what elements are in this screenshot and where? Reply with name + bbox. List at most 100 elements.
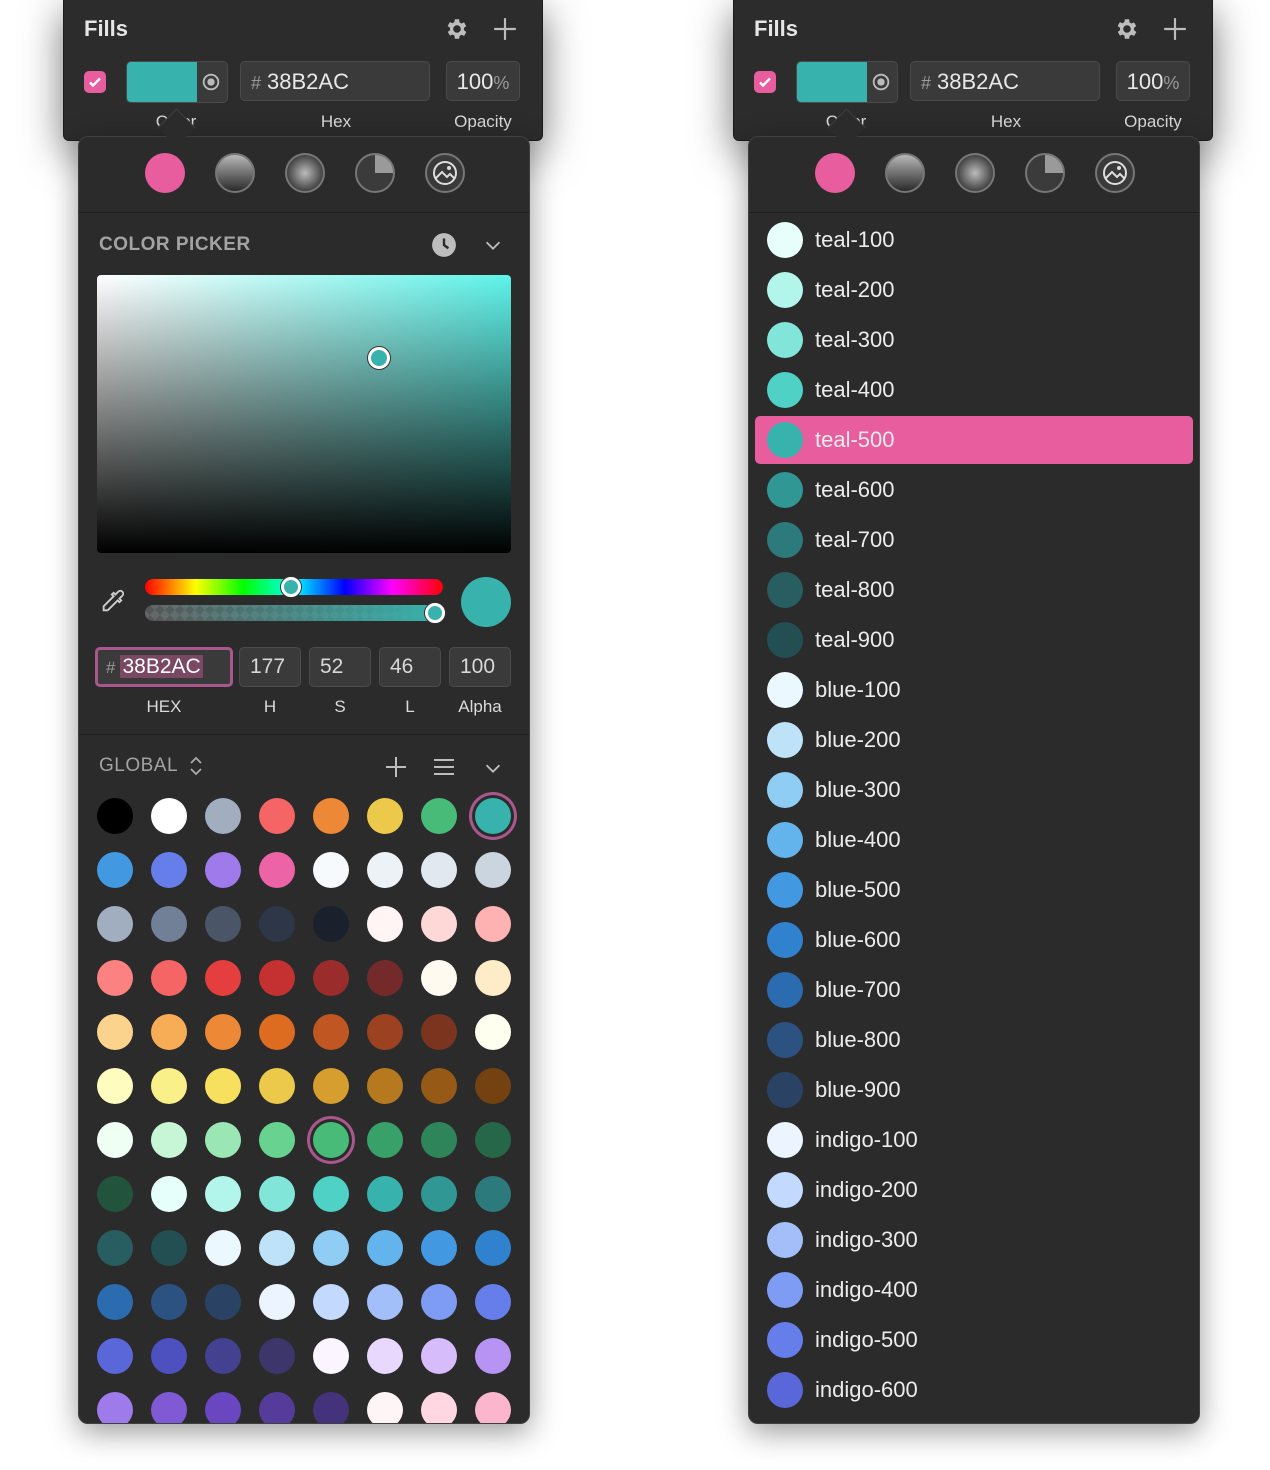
color-swatch[interactable] (151, 1068, 187, 1104)
color-swatch[interactable] (367, 1230, 403, 1266)
alpha-input[interactable]: 100 (449, 647, 511, 687)
radial-gradient-button[interactable] (955, 153, 995, 193)
color-swatch[interactable] (313, 1284, 349, 1320)
gear-icon[interactable] (1114, 16, 1140, 42)
chevron-down-icon[interactable] (481, 757, 505, 779)
color-swatch[interactable] (313, 852, 349, 888)
color-swatch[interactable] (367, 906, 403, 942)
color-swatch[interactable] (475, 1176, 511, 1212)
image-fill-button[interactable] (1095, 153, 1135, 193)
color-swatch[interactable] (205, 1122, 241, 1158)
color-swatch[interactable] (421, 1014, 457, 1050)
color-swatch[interactable] (475, 798, 511, 834)
angular-gradient-button[interactable] (355, 153, 395, 193)
fill-color-well[interactable] (796, 61, 898, 103)
color-list-item[interactable]: indigo-200 (755, 1166, 1193, 1214)
color-swatch[interactable] (313, 1176, 349, 1212)
color-swatch[interactable] (205, 960, 241, 996)
color-swatch[interactable] (367, 1338, 403, 1374)
color-swatch[interactable] (259, 1014, 295, 1050)
color-swatch[interactable] (475, 1284, 511, 1320)
solid-fill-button[interactable] (145, 153, 185, 193)
color-swatch[interactable] (313, 1338, 349, 1374)
color-swatch[interactable] (259, 1122, 295, 1158)
color-swatch[interactable] (313, 798, 349, 834)
color-swatch[interactable] (151, 1176, 187, 1212)
color-list-item[interactable]: teal-200 (755, 266, 1193, 314)
radial-gradient-button[interactable] (285, 153, 325, 193)
color-swatch[interactable] (151, 852, 187, 888)
fill-opacity-input[interactable]: 100% (446, 61, 520, 101)
color-swatch[interactable] (475, 1014, 511, 1050)
color-list-item[interactable]: teal-300 (755, 316, 1193, 364)
color-swatch[interactable] (97, 1176, 133, 1212)
color-swatch[interactable] (421, 1122, 457, 1158)
color-swatch[interactable] (151, 1284, 187, 1320)
color-list-item[interactable]: teal-600 (755, 466, 1193, 514)
fill-hex-input[interactable]: #38B2AC (240, 61, 430, 101)
color-swatch[interactable] (421, 1338, 457, 1374)
color-swatch[interactable] (313, 906, 349, 942)
color-list-item[interactable]: indigo-300 (755, 1216, 1193, 1264)
color-swatch[interactable] (259, 906, 295, 942)
color-swatch[interactable] (151, 960, 187, 996)
color-swatch[interactable] (259, 1230, 295, 1266)
color-swatch[interactable] (367, 960, 403, 996)
color-swatch[interactable] (97, 906, 133, 942)
color-swatch[interactable] (475, 852, 511, 888)
color-list-item[interactable]: teal-900 (755, 616, 1193, 664)
color-swatch[interactable] (151, 1122, 187, 1158)
solid-fill-button[interactable] (815, 153, 855, 193)
color-swatch[interactable] (475, 1122, 511, 1158)
color-swatch[interactable] (421, 1392, 457, 1423)
color-swatch[interactable] (421, 906, 457, 942)
color-swatch[interactable] (475, 1230, 511, 1266)
color-swatch[interactable] (205, 1284, 241, 1320)
list-view-icon[interactable] (431, 755, 457, 779)
color-swatch[interactable] (367, 1392, 403, 1423)
color-swatch[interactable] (313, 1230, 349, 1266)
color-swatch[interactable] (421, 1284, 457, 1320)
color-list-item[interactable]: blue-700 (755, 966, 1193, 1014)
color-swatch[interactable] (205, 1338, 241, 1374)
color-swatch[interactable] (313, 960, 349, 996)
color-list-item[interactable]: blue-200 (755, 716, 1193, 764)
color-swatch[interactable] (421, 960, 457, 996)
history-icon[interactable] (431, 232, 457, 258)
color-swatch[interactable] (421, 852, 457, 888)
color-list-item[interactable]: blue-600 (755, 916, 1193, 964)
color-swatch[interactable] (259, 960, 295, 996)
color-swatch[interactable] (259, 852, 295, 888)
color-swatch[interactable] (313, 1068, 349, 1104)
fill-hex-input[interactable]: #38B2AC (910, 61, 1100, 101)
fill-opacity-input[interactable]: 100% (1116, 61, 1190, 101)
color-swatch[interactable] (205, 1014, 241, 1050)
color-list-item[interactable]: indigo-600 (755, 1366, 1193, 1414)
color-swatch[interactable] (421, 1068, 457, 1104)
color-swatch[interactable] (421, 1230, 457, 1266)
color-swatch[interactable] (205, 1230, 241, 1266)
color-swatch[interactable] (97, 960, 133, 996)
color-swatch[interactable] (313, 1392, 349, 1423)
color-list-item[interactable]: indigo-100 (755, 1116, 1193, 1164)
add-swatch-icon[interactable] (383, 755, 409, 779)
color-list-item[interactable]: teal-500 (755, 416, 1193, 464)
eyedropper-icon[interactable] (99, 587, 127, 615)
gear-icon[interactable] (444, 16, 470, 42)
up-down-chevron-icon[interactable] (189, 755, 203, 777)
color-swatch[interactable] (97, 1014, 133, 1050)
color-list-item[interactable]: blue-800 (755, 1016, 1193, 1064)
hex-input[interactable]: #38B2AC (95, 647, 233, 687)
color-swatch[interactable] (151, 1014, 187, 1050)
saturation-brightness-handle[interactable] (367, 347, 390, 370)
color-swatch[interactable] (259, 1338, 295, 1374)
color-swatch[interactable] (205, 1176, 241, 1212)
color-swatch[interactable] (205, 1068, 241, 1104)
alpha-slider-knob[interactable] (425, 603, 445, 623)
linear-gradient-button[interactable] (215, 153, 255, 193)
color-swatch[interactable] (421, 798, 457, 834)
color-list-item[interactable]: indigo-400 (755, 1266, 1193, 1314)
color-swatch[interactable] (97, 1122, 133, 1158)
color-swatch[interactable] (97, 852, 133, 888)
color-swatch[interactable] (475, 1338, 511, 1374)
